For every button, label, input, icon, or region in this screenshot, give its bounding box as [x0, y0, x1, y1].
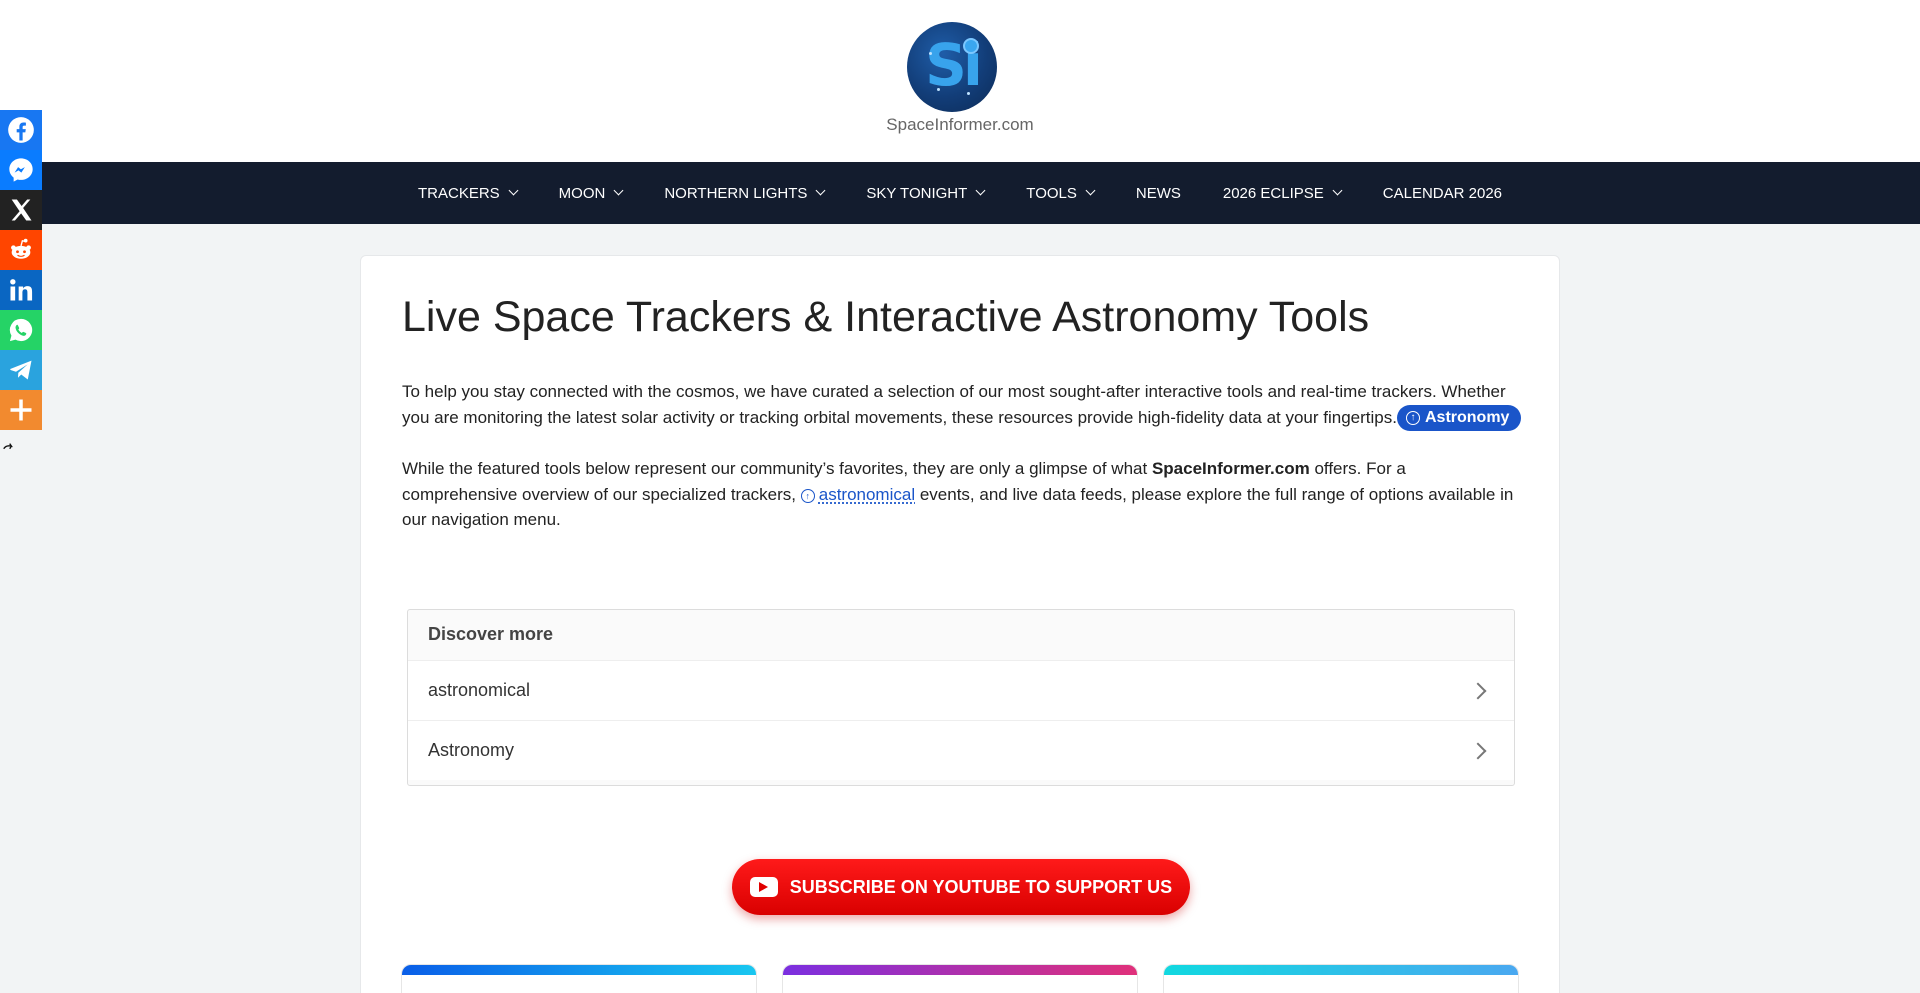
site-title[interactable]: SpaceInformer.com	[0, 115, 1920, 135]
nav-item-trackers[interactable]: TRACKERS	[397, 162, 538, 224]
tool-card[interactable]	[1163, 964, 1519, 993]
pill-label: Astronomy	[1424, 409, 1510, 427]
discover-item-label: astronomical	[428, 680, 531, 700]
logo-planet-icon	[963, 38, 979, 54]
site-header: Si SpaceInformer.com	[0, 0, 1920, 162]
astronomical-link[interactable]: astronomical	[819, 485, 915, 504]
tool-card-accent-bar	[783, 965, 1137, 975]
share-messenger-button[interactable]	[0, 150, 42, 190]
nav-item-label: SKY TONIGHT	[866, 184, 968, 202]
nav-item-label: TOOLS	[1026, 184, 1077, 202]
nav-item-label: TRACKERS	[417, 184, 500, 202]
hide-share-bar-toggle[interactable]	[2, 441, 16, 455]
nav-item-label: CALENDAR 2026	[1382, 184, 1503, 202]
chevron-down-icon	[1085, 185, 1096, 196]
social-share-bar	[0, 110, 42, 430]
nav-item-label: 2026 ECLIPSE	[1222, 184, 1324, 202]
secondary-paragraph: While the featured tools below represent…	[402, 456, 1522, 533]
nav-item-news[interactable]: NEWS	[1115, 162, 1202, 224]
logo-star-icon	[937, 88, 940, 91]
content-card: Live Space Trackers & Interactive Astron…	[360, 255, 1560, 993]
chevron-down-icon	[1332, 185, 1343, 196]
arrow-up-circle-icon: ↑	[800, 489, 815, 504]
chevron-right-icon	[1469, 742, 1487, 759]
nav-item-moon[interactable]: MOON	[538, 162, 644, 224]
nav-item-2026-eclipse[interactable]: 2026 ECLIPSE	[1202, 162, 1362, 224]
discover-item-astronomy[interactable]: Astronomy	[408, 720, 1514, 780]
site-logo[interactable]: Si	[907, 22, 997, 112]
intro-text: To help you stay connected with the cosm…	[402, 382, 1506, 427]
chevron-down-icon	[815, 185, 826, 196]
discover-more-heading: Discover more	[428, 624, 554, 644]
plus-icon	[10, 399, 32, 421]
nav-item-sky-tonight[interactable]: SKY TONIGHT	[845, 162, 1005, 224]
nav-item-tools[interactable]: TOOLS	[1005, 162, 1115, 224]
chevron-down-icon	[508, 185, 519, 196]
page-title: Live Space Trackers & Interactive Astron…	[402, 293, 1370, 341]
linkedin-icon	[10, 279, 33, 301]
main-navigation: TRACKERS MOON NORTHERN LIGHTS SKY TONIGH…	[0, 162, 1920, 224]
hide-hand-icon	[3, 443, 13, 450]
discover-item-label: Astronomy	[428, 740, 515, 760]
chevron-down-icon	[975, 185, 986, 196]
intro-paragraph: To help you stay connected with the cosm…	[402, 379, 1522, 432]
astronomy-topic-pill[interactable]: ↑ Astronomy	[1396, 405, 1522, 432]
share-x-button[interactable]	[0, 190, 42, 230]
tool-card-accent-bar	[402, 965, 756, 975]
discover-more-box: Discover more astronomical Astronomy	[407, 609, 1515, 786]
tool-card[interactable]	[401, 964, 757, 993]
share-facebook-button[interactable]	[0, 110, 42, 150]
share-more-button[interactable]	[0, 390, 42, 430]
share-reddit-button[interactable]	[0, 230, 42, 270]
youtube-button-label: SUBSCRIBE ON YOUTUBE TO SUPPORT US	[789, 876, 1173, 897]
logo-star-icon	[967, 92, 970, 95]
nav-item-label: MOON	[558, 184, 606, 202]
nav-list: TRACKERS MOON NORTHERN LIGHTS SKY TONIGH…	[0, 162, 1920, 224]
nav-item-northern-lights[interactable]: NORTHERN LIGHTS	[643, 162, 845, 224]
chevron-right-icon	[1469, 682, 1487, 699]
para-text-a: While the featured tools below represent…	[402, 459, 1152, 478]
tool-card-accent-bar	[1164, 965, 1518, 975]
tool-card[interactable]	[782, 964, 1138, 993]
youtube-icon	[749, 877, 778, 897]
nav-item-calendar-2026[interactable]: CALENDAR 2026	[1362, 162, 1523, 224]
chevron-down-icon	[613, 185, 624, 196]
share-whatsapp-button[interactable]	[0, 310, 42, 350]
telegram-icon	[9, 360, 32, 380]
nav-item-label: NORTHERN LIGHTS	[664, 184, 808, 202]
facebook-icon	[8, 117, 34, 143]
logo-star-icon	[929, 52, 932, 55]
messenger-icon	[9, 158, 33, 182]
brand-name: SpaceInformer.com	[1151, 459, 1310, 478]
reddit-icon	[11, 238, 31, 259]
share-telegram-button[interactable]	[0, 350, 42, 390]
arrow-up-circle-icon: ↑	[1405, 411, 1420, 426]
whatsapp-icon	[9, 318, 33, 342]
x-icon	[11, 199, 32, 221]
nav-item-label: NEWS	[1135, 184, 1181, 202]
share-linkedin-button[interactable]	[0, 270, 42, 310]
discover-item-astronomical[interactable]: astronomical	[408, 660, 1514, 720]
youtube-subscribe-button[interactable]: SUBSCRIBE ON YOUTUBE TO SUPPORT US	[732, 859, 1190, 915]
